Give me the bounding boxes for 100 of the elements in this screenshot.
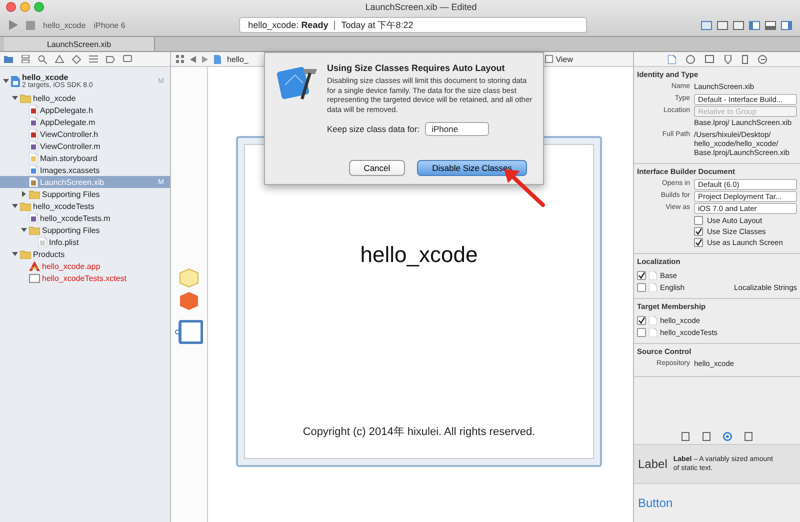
folder-icon	[20, 94, 31, 102]
library-tab-icon[interactable]	[702, 432, 711, 440]
dialog-button[interactable]: Cancel	[348, 160, 406, 176]
hierarchy-icon[interactable]	[21, 55, 30, 63]
file-name: ViewController.h	[40, 130, 98, 138]
disclosure-icon[interactable]	[12, 251, 18, 257]
window-title: LaunchScreen.xib — Edited	[364, 2, 478, 12]
dialog-title: Using Size Classes Requires Auto Layout	[327, 63, 506, 73]
attributes-icon[interactable]	[724, 54, 732, 64]
warning-icon[interactable]	[55, 55, 64, 63]
file-name: LaunchScreen.xib	[40, 178, 104, 186]
checkbox[interactable]	[694, 238, 703, 247]
bundle-icon	[29, 274, 40, 282]
scheme-selector[interactable]: hello_xcode	[43, 20, 86, 30]
navigator-item[interactable]: AppDelegate.m	[0, 116, 170, 128]
navigator-item[interactable]: ViewController.m	[0, 140, 170, 152]
file-name: hello_xcodeTests.xctest	[42, 274, 126, 282]
file-icon[interactable]	[668, 54, 676, 64]
file-icon	[29, 177, 38, 187]
close-button[interactable]	[6, 2, 16, 12]
checkbox[interactable]	[637, 282, 646, 292]
navigator-toggle-icon[interactable]	[748, 20, 760, 30]
folder-icon	[20, 250, 31, 258]
file-name: Images.xcassets	[40, 166, 100, 174]
checkbox[interactable]	[637, 270, 646, 280]
checkbox[interactable]	[694, 227, 703, 236]
checkbox[interactable]	[637, 316, 646, 324]
file-icon	[29, 141, 38, 151]
file-name: Main.storyboard	[40, 154, 98, 162]
navigator-item[interactable]: hello_xcode.app	[0, 260, 170, 272]
file-name: hello_xcode	[33, 94, 76, 102]
checkbox[interactable]	[637, 328, 646, 336]
file-name: Info.plist	[49, 238, 79, 246]
status-text: hello_xcode: Ready	[248, 20, 328, 30]
file-icon	[29, 165, 38, 175]
file-name: Supporting Files	[42, 226, 100, 234]
debug-toggle-icon[interactable]	[764, 20, 776, 30]
file-name: hello_xcodeTests	[33, 202, 94, 210]
title-label: hello_xcode	[360, 242, 478, 268]
file-icon	[29, 105, 38, 115]
play-icon[interactable]	[8, 20, 18, 30]
navigator-item[interactable]: Images.xcassets	[0, 164, 170, 176]
copyright-label: Copyright (c) 2014年 hixulei. All rights reserved.	[302, 425, 536, 439]
view-icon[interactable]	[175, 320, 203, 344]
forward-icon[interactable]	[202, 56, 208, 62]
disclosure-icon[interactable]	[12, 95, 18, 101]
navigator-item[interactable]: Main.storyboard	[0, 152, 170, 164]
document-tab[interactable]: LaunchScreen.xib	[4, 37, 155, 51]
folder-icon	[20, 202, 31, 210]
checkbox[interactable]	[694, 216, 703, 225]
project-icon	[11, 76, 20, 86]
navigator-item[interactable]: hello_xcodeTests.m	[0, 212, 170, 224]
folder-icon	[29, 226, 40, 234]
folder-icon[interactable]	[4, 55, 13, 63]
zoom-button[interactable]	[34, 2, 44, 12]
object-preview: Button	[638, 496, 673, 510]
minimize-button[interactable]	[20, 2, 30, 12]
grid-icon[interactable]	[176, 55, 184, 63]
popup-label: Keep size class data for:	[327, 124, 420, 134]
library-tab-icon[interactable]	[744, 432, 753, 440]
object-preview: Label	[638, 457, 668, 471]
file-name: AppDelegate.m	[40, 118, 96, 126]
disclosure-icon[interactable]	[20, 227, 26, 233]
inspector-toggle-icon[interactable]	[780, 20, 792, 30]
file-name: Supporting Files	[42, 190, 100, 198]
file-icon	[38, 237, 47, 247]
navigator-item[interactable]: Supporting Files	[0, 224, 170, 236]
back-icon[interactable]	[190, 56, 196, 62]
device-popup[interactable]: iPhone	[424, 122, 489, 136]
file-name: Products	[33, 250, 65, 258]
file-name: hello_xcode.app	[42, 262, 100, 270]
file-icon	[29, 213, 38, 223]
app-icon	[29, 261, 40, 271]
file-icon	[29, 117, 38, 127]
navigator-item[interactable]: hello_xcodeTests	[0, 200, 170, 212]
search-icon[interactable]	[38, 54, 47, 64]
navigator-item[interactable]: Info.plist	[0, 236, 170, 248]
navigator-item[interactable]: Products	[0, 248, 170, 260]
jump-bar-item[interactable]: hello_	[227, 54, 248, 64]
library-tab-icon[interactable]	[681, 432, 690, 440]
navigator-item[interactable]: AppDelegate.h	[0, 104, 170, 116]
view-icon[interactable]	[544, 55, 553, 63]
status-time: Today at 下午8:22	[341, 18, 414, 32]
jump-bar-item[interactable]: View	[556, 54, 573, 64]
file-name: AppDelegate.h	[40, 106, 93, 114]
library-item[interactable]: Button	[634, 484, 800, 522]
library-tab-icon[interactable]	[723, 432, 732, 440]
editor-standard-icon[interactable]	[700, 20, 712, 30]
file-name: ViewController.m	[40, 142, 100, 150]
disclosure-icon[interactable]	[2, 78, 8, 84]
file-name: hello_xcodeTests.m	[40, 214, 110, 222]
navigator-item[interactable]: hello_xcodeTests.xctest	[0, 272, 170, 284]
device-selector[interactable]: iPhone 6	[94, 20, 126, 30]
file-icon[interactable]	[214, 54, 221, 64]
breakpoint-icon[interactable]	[106, 56, 115, 62]
navigator-item[interactable]: ViewController.h	[0, 128, 170, 140]
navigator-item[interactable]: hello_xcode	[0, 92, 170, 104]
file-icon	[29, 129, 38, 139]
project-name: hello_xcode	[22, 73, 70, 82]
navigator-item[interactable]: Supporting Files	[0, 188, 170, 200]
